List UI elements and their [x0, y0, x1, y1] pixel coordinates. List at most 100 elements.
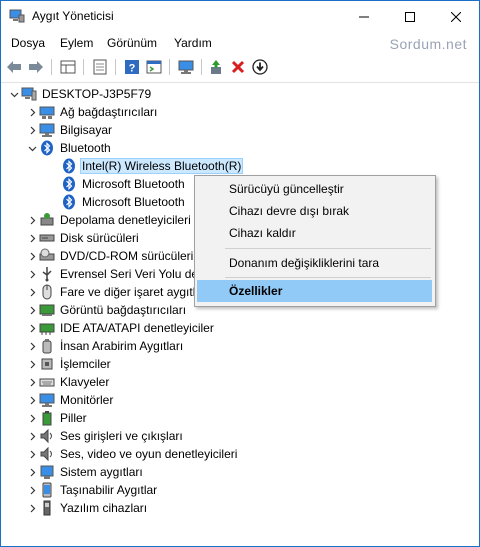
- expand-chevron-icon[interactable]: [25, 121, 39, 139]
- expand-chevron-icon[interactable]: [25, 409, 39, 427]
- context-item-label: Sürücüyü güncelleştir: [229, 182, 344, 196]
- tree-category-label: Klavyeler: [60, 375, 110, 389]
- tree-device[interactable]: Microsoft Bluetooth: [61, 193, 187, 211]
- collapse-chevron-icon[interactable]: [7, 85, 21, 103]
- tree-category-label: Ağ bağdaştırıcıları: [60, 105, 158, 119]
- tree-category[interactable]: Sistem aygıtları: [25, 463, 145, 481]
- tree-category-label: Görüntü bağdaştırıcıları: [60, 303, 187, 317]
- tree-category-bluetooth[interactable]: Bluetooth: [25, 139, 113, 157]
- expand-chevron-icon[interactable]: [25, 499, 39, 517]
- close-button[interactable]: [433, 1, 479, 32]
- svg-text:?: ?: [129, 63, 136, 75]
- monitor-icon[interactable]: [177, 58, 195, 76]
- portable-device-icon: [39, 482, 55, 498]
- tree-category[interactable]: Piller: [25, 409, 89, 427]
- tree-category[interactable]: Disk sürücüleri: [25, 229, 141, 247]
- help-icon[interactable]: ?: [123, 58, 141, 76]
- expand-chevron-icon[interactable]: [25, 229, 39, 247]
- tree-device[interactable]: Microsoft Bluetooth: [61, 175, 187, 193]
- tree-device-selected[interactable]: Intel(R) Wireless Bluetooth(R): [61, 157, 244, 175]
- expand-chevron-icon[interactable]: [25, 103, 39, 121]
- tree-category[interactable]: Fare ve diğer işaret aygıtları: [25, 283, 211, 301]
- tree-category[interactable]: İnsan Arabirim Aygıtları: [25, 337, 185, 355]
- software-device-icon: [39, 500, 55, 516]
- tree-category[interactable]: Klavyeler: [25, 373, 111, 391]
- context-item-label: Donanım değişikliklerini tara: [229, 256, 380, 270]
- tree-category[interactable]: Taşınabilir Aygıtlar: [25, 481, 159, 499]
- tree-root[interactable]: DESKTOP-J3P5F79: [7, 85, 153, 103]
- update-driver-icon[interactable]: [207, 58, 225, 76]
- tree-device-label: Microsoft Bluetooth: [82, 177, 185, 191]
- properties-grid-icon[interactable]: [59, 58, 77, 76]
- tree-category[interactable]: Bilgisayar: [25, 121, 114, 139]
- context-item-label: Özellikler: [229, 284, 283, 298]
- bluetooth-icon: [39, 140, 55, 156]
- expand-chevron-icon[interactable]: [25, 463, 39, 481]
- menu-dosya[interactable]: Dosya: [11, 36, 45, 50]
- maximize-button[interactable]: [387, 1, 433, 32]
- tree-category-label: Bilgisayar: [60, 123, 113, 137]
- expand-chevron-icon[interactable]: [25, 211, 39, 229]
- tree-category[interactable]: IDE ATA/ATAPI denetleyiciler: [25, 319, 216, 337]
- menu-gorunum[interactable]: Görünüm: [107, 36, 157, 50]
- context-item-label: Cihazı kaldır: [229, 226, 296, 240]
- download-circle-icon[interactable]: [251, 58, 269, 76]
- tree-category[interactable]: Ses, video ve oyun denetleyicileri: [25, 445, 239, 463]
- tree-category-label: Sistem aygıtları: [60, 465, 143, 479]
- storage-controller-icon: [39, 212, 55, 228]
- expand-chevron-icon[interactable]: [25, 283, 39, 301]
- tree-category[interactable]: Monitörler: [25, 391, 115, 409]
- expand-chevron-icon[interactable]: [25, 391, 39, 409]
- toolbar-separator: [83, 59, 84, 75]
- context-update-driver[interactable]: Sürücüyü güncelleştir: [197, 178, 432, 200]
- remove-x-icon[interactable]: [229, 58, 247, 76]
- collapse-chevron-icon[interactable]: [25, 139, 39, 157]
- expand-chevron-icon[interactable]: [25, 319, 39, 337]
- tree-category-label: DVD/CD-ROM sürücüleri: [60, 249, 194, 263]
- expand-chevron-icon[interactable]: [25, 337, 39, 355]
- tree-category[interactable]: Ses girişleri ve çıkışları: [25, 427, 185, 445]
- bluetooth-icon: [61, 158, 77, 174]
- tree-category[interactable]: Depolama denetleyicileri: [25, 211, 193, 229]
- tree-category-label: Ses girişleri ve çıkışları: [60, 429, 183, 443]
- expand-chevron-icon[interactable]: [25, 301, 39, 319]
- tree-category-label: Ses, video ve oyun denetleyicileri: [60, 447, 238, 461]
- hid-icon: [39, 338, 55, 354]
- tree-device-label: Intel(R) Wireless Bluetooth(R): [80, 158, 244, 174]
- context-disable-device[interactable]: Cihazı devre dışı bırak: [197, 200, 432, 222]
- expand-chevron-icon[interactable]: [25, 445, 39, 463]
- toolbar-separator: [201, 59, 202, 75]
- console-icon[interactable]: [145, 58, 163, 76]
- device-tree[interactable]: DESKTOP-J3P5F79 Ağ bağdaştırıcıları Bilg…: [1, 83, 479, 543]
- menu-yardim[interactable]: Yardım: [174, 36, 212, 50]
- context-properties[interactable]: Özellikler: [197, 280, 432, 302]
- expand-chevron-icon[interactable]: [25, 427, 39, 445]
- usb-controller-icon: [39, 266, 55, 282]
- window-title: Aygıt Yöneticisi: [32, 9, 114, 23]
- tree-category[interactable]: Görüntü bağdaştırıcıları: [25, 301, 188, 319]
- title-bar[interactable]: Aygıt Yöneticisi: [1, 1, 479, 32]
- expand-chevron-icon[interactable]: [25, 265, 39, 283]
- forward-icon[interactable]: [27, 58, 45, 76]
- tree-category-label: Piller: [60, 411, 87, 425]
- system-devices-icon: [39, 464, 55, 480]
- tree-category[interactable]: DVD/CD-ROM sürücüleri: [25, 247, 195, 265]
- sound-controller-icon: [39, 446, 55, 462]
- menu-eylem[interactable]: Eylem: [60, 36, 93, 50]
- toolbar-separator: [115, 59, 116, 75]
- context-uninstall-device[interactable]: Cihazı kaldır: [197, 222, 432, 244]
- back-icon[interactable]: [5, 58, 23, 76]
- context-scan-hardware[interactable]: Donanım değişikliklerini tara: [197, 252, 432, 274]
- expand-chevron-icon[interactable]: [25, 355, 39, 373]
- display-adapter-icon: [39, 302, 55, 318]
- page-icon[interactable]: [91, 58, 109, 76]
- expand-chevron-icon[interactable]: [25, 481, 39, 499]
- tree-category[interactable]: Yazılım cihazları: [25, 499, 149, 517]
- toolbar-separator: [51, 59, 52, 75]
- expand-chevron-icon[interactable]: [25, 373, 39, 391]
- speaker-icon: [39, 428, 55, 444]
- tree-category[interactable]: İşlemciler: [25, 355, 113, 373]
- expand-chevron-icon[interactable]: [25, 247, 39, 265]
- tree-category[interactable]: Ağ bağdaştırıcıları: [25, 103, 159, 121]
- minimize-button[interactable]: [341, 1, 387, 32]
